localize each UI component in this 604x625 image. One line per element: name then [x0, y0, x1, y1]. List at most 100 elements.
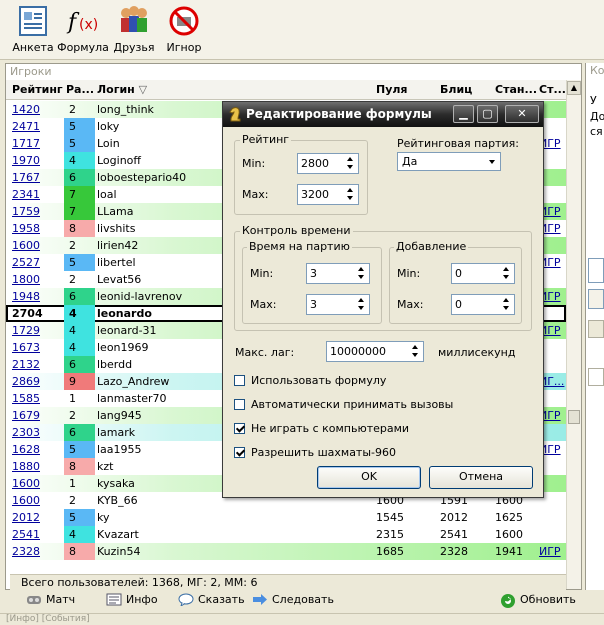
player-rating[interactable]: 1729: [12, 324, 40, 337]
use-formula-option[interactable]: Использовать формулу: [234, 374, 386, 387]
player-rating[interactable]: 1420: [12, 103, 40, 116]
player-status[interactable]: ИГР: [539, 545, 561, 558]
player-rating[interactable]: 1679: [12, 409, 40, 422]
player-rating[interactable]: 1600: [12, 477, 40, 490]
player-bullet-rating: 1545: [376, 511, 404, 524]
rated-game-select[interactable]: Да: [397, 152, 501, 171]
player-rating[interactable]: 1958: [12, 222, 40, 235]
col-rank[interactable]: Ра...: [66, 83, 94, 96]
match-button[interactable]: Матч: [26, 593, 75, 606]
player-rating[interactable]: 2132: [12, 358, 40, 371]
say-button[interactable]: Сказать: [178, 593, 245, 608]
time-min-stepper[interactable]: 3: [306, 263, 370, 284]
arrow-right-icon: [252, 593, 268, 606]
player-rating[interactable]: 1600: [12, 494, 40, 507]
inc-max-spin[interactable]: [499, 296, 513, 313]
inc-min-stepper[interactable]: 0: [451, 263, 515, 284]
col-login[interactable]: Логин ▽: [97, 83, 147, 96]
max-lag-spin[interactable]: [408, 343, 422, 360]
player-rating[interactable]: 1970: [12, 154, 40, 167]
formula-button[interactable]: f (x) Формула: [57, 4, 109, 58]
player-rating[interactable]: 1600: [12, 239, 40, 252]
player-rating[interactable]: 1948: [12, 290, 40, 303]
rating-max-value: 3200: [301, 188, 329, 201]
use-formula-checkbox[interactable]: [234, 375, 245, 386]
contacts-list[interactable]: [588, 368, 604, 386]
scroll-thumb[interactable]: [568, 410, 580, 424]
player-rating[interactable]: 1880: [12, 460, 40, 473]
time-max-spin[interactable]: [354, 296, 368, 313]
col-status[interactable]: Ст...: [539, 83, 566, 96]
refresh-button[interactable]: Обновить: [500, 593, 576, 608]
match-icon: [26, 593, 42, 606]
no-computers-checkbox[interactable]: [234, 423, 245, 434]
max-lag-stepper[interactable]: 10000000: [326, 341, 424, 362]
info-button[interactable]: Инфо: [106, 593, 158, 606]
bottom-tabs[interactable]: [Инфо] [События]: [0, 613, 604, 625]
formula-button-label: Формула: [57, 41, 109, 54]
contacts-tab[interactable]: [588, 320, 604, 338]
auto-accept-checkbox[interactable]: [234, 399, 245, 410]
col-blitz[interactable]: Блиц: [440, 83, 472, 96]
minimize-icon: ▁: [459, 107, 468, 120]
chess960-checkbox[interactable]: [234, 447, 245, 458]
follow-button[interactable]: Следовать: [252, 593, 334, 606]
player-rating[interactable]: 2341: [12, 188, 40, 201]
player-rating[interactable]: 1673: [12, 341, 40, 354]
ok-button[interactable]: OK: [317, 466, 421, 489]
close-button[interactable]: ✕: [505, 105, 539, 123]
no-computers-option[interactable]: Не играть с компьютерами: [234, 422, 409, 435]
player-rating[interactable]: 2471: [12, 120, 40, 133]
rating-group-label: Рейтинг: [240, 133, 292, 146]
ignore-button-label: Игнор: [166, 41, 202, 54]
col-standard[interactable]: Стан...: [495, 83, 537, 96]
time-min-spin[interactable]: [354, 265, 368, 282]
player-rating[interactable]: 2869: [12, 375, 40, 388]
player-rating[interactable]: 1585: [12, 392, 40, 405]
player-login: laa1955: [97, 443, 142, 456]
player-rating[interactable]: 1759: [12, 205, 40, 218]
rating-max-spin[interactable]: [343, 186, 357, 203]
rating-min-spin[interactable]: [343, 155, 357, 172]
chevron-down-icon[interactable]: [484, 154, 499, 169]
table-row[interactable]: 2541 4 Kvazart 2315 2541 1600: [6, 526, 566, 543]
auto-accept-option[interactable]: Автоматически принимать вызовы: [234, 398, 453, 411]
contacts-button[interactable]: [588, 289, 604, 309]
player-rating[interactable]: 2012: [12, 511, 40, 524]
player-rating[interactable]: 2303: [12, 426, 40, 439]
inc-max-stepper[interactable]: 0: [451, 294, 515, 315]
player-login: leon1969: [97, 341, 149, 354]
table-row[interactable]: 2328 8 Kuzin54 1685 2328 1941 ИГР: [6, 543, 566, 560]
player-bullet-rating: 2315: [376, 528, 404, 541]
rating-min-stepper[interactable]: 2800: [297, 153, 359, 174]
player-rank: 4: [64, 526, 95, 543]
dialog-titlebar[interactable]: Редактирование формулы ▁ ▢ ✕: [223, 102, 543, 127]
scroll-up-icon[interactable]: ▲: [567, 81, 581, 95]
time-max-stepper[interactable]: 3: [306, 294, 370, 315]
player-rating[interactable]: 2704: [12, 307, 43, 320]
col-rating[interactable]: Рейтинг: [12, 83, 63, 96]
minimize-button[interactable]: ▁: [453, 105, 474, 123]
inc-min-spin[interactable]: [499, 265, 513, 282]
profile-button[interactable]: Анкета: [7, 4, 59, 58]
player-rating[interactable]: 1717: [12, 137, 40, 150]
player-rating[interactable]: 2527: [12, 256, 40, 269]
player-rating[interactable]: 2328: [12, 545, 40, 558]
table-row[interactable]: 2012 5 ky 1545 2012 1625: [6, 509, 566, 526]
chess960-option[interactable]: Разрешить шахматы-960: [234, 446, 396, 459]
rating-max-stepper[interactable]: 3200: [297, 184, 359, 205]
player-rating[interactable]: 1800: [12, 273, 40, 286]
player-rating[interactable]: 2541: [12, 528, 40, 541]
players-scrollbar[interactable]: ▲: [566, 80, 581, 589]
svg-text:(x): (x): [79, 17, 98, 33]
friends-button[interactable]: Друзья: [108, 4, 160, 58]
dialog-title: Редактирование формулы: [246, 107, 432, 121]
player-rating[interactable]: 1767: [12, 171, 40, 184]
maximize-button[interactable]: ▢: [477, 105, 498, 123]
col-pula[interactable]: Пуля: [376, 83, 408, 96]
player-rating[interactable]: 1628: [12, 443, 40, 456]
players-panel-title: Игроки: [10, 65, 52, 78]
cancel-button[interactable]: Отмена: [429, 466, 533, 489]
contacts-input[interactable]: [588, 258, 604, 283]
ignore-button[interactable]: Игнор: [158, 4, 210, 58]
